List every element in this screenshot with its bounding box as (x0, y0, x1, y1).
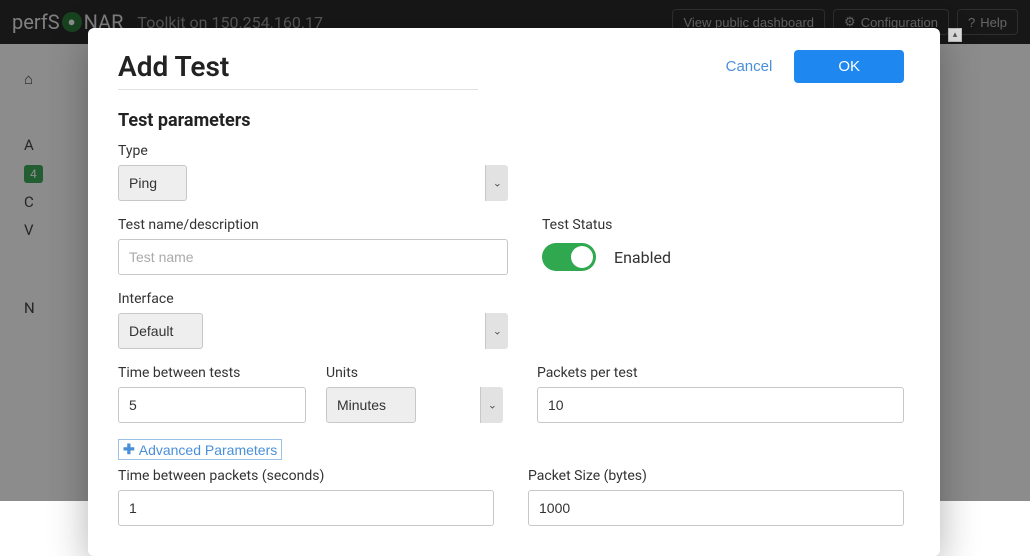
ok-button[interactable]: OK (794, 50, 904, 83)
test-name-label: Test name/description (118, 217, 508, 233)
test-status-label: Test Status (542, 217, 671, 233)
add-test-modal: Add Test Cancel OK Test parameters Type … (88, 28, 940, 556)
time-between-label: Time between tests (118, 365, 306, 381)
time-between-packets-label: Time between packets (seconds) (118, 468, 494, 484)
time-between-packets-input[interactable] (118, 490, 494, 526)
status-value: Enabled (614, 248, 671, 267)
chevron-down-icon: ⌄ (493, 325, 502, 338)
test-name-input[interactable] (118, 239, 508, 275)
type-select[interactable]: Ping (118, 165, 187, 201)
units-label: Units (326, 365, 503, 381)
time-between-input[interactable] (118, 387, 306, 423)
packets-per-test-input[interactable] (537, 387, 904, 423)
packet-size-label: Packet Size (bytes) (528, 468, 904, 484)
chevron-down-icon: ⌄ (488, 399, 497, 412)
interface-label: Interface (118, 291, 508, 307)
packets-per-test-label: Packets per test (537, 365, 904, 381)
type-label: Type (118, 143, 508, 159)
interface-select[interactable]: Default (118, 313, 203, 349)
scroll-up-icon[interactable]: ▴ (948, 28, 962, 42)
packet-size-input[interactable] (528, 490, 904, 526)
modal-title: Add Test (118, 50, 229, 83)
cancel-button[interactable]: Cancel (726, 58, 773, 75)
plus-icon: ✚ (123, 441, 135, 458)
advanced-parameters-toggle[interactable]: ✚ Advanced Parameters (118, 439, 282, 460)
chevron-down-icon: ⌄ (493, 177, 502, 190)
units-select[interactable]: Minutes (326, 387, 416, 423)
status-toggle[interactable] (542, 243, 596, 271)
section-test-parameters: Test parameters (118, 110, 904, 131)
